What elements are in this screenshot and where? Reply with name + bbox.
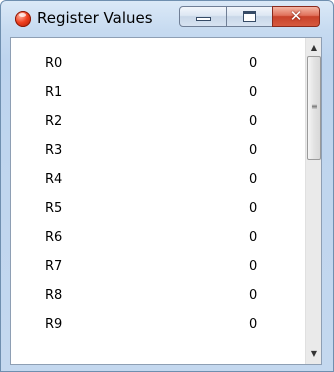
register-name: R1	[45, 85, 63, 100]
register-row[interactable]: R0 0	[11, 50, 305, 79]
register-name: R5	[45, 201, 63, 216]
title-bar[interactable]: Register Values ✕	[1, 1, 333, 37]
register-value: 0	[249, 114, 258, 129]
register-row[interactable]: R8 0	[11, 282, 305, 311]
scroll-up-arrow-icon[interactable]: ▲	[306, 40, 321, 56]
register-row[interactable]: R4 0	[11, 166, 305, 195]
register-value: 0	[249, 259, 258, 274]
register-value: 0	[249, 317, 258, 332]
register-value: 0	[249, 56, 258, 71]
register-name: R0	[45, 56, 63, 71]
register-name: R9	[45, 317, 63, 332]
close-icon: ✕	[289, 7, 303, 25]
register-name: R6	[45, 230, 63, 245]
register-name: R4	[45, 172, 63, 187]
register-name: R7	[45, 259, 63, 274]
minimize-icon	[196, 17, 211, 21]
register-value: 0	[249, 201, 258, 216]
register-value: 0	[249, 143, 258, 158]
thumb-grip-icon: ≡	[311, 102, 318, 111]
minimize-button[interactable]	[179, 6, 227, 27]
register-row[interactable]: R7 0	[11, 253, 305, 282]
register-row[interactable]: R5 0	[11, 195, 305, 224]
register-row[interactable]: R3 0	[11, 137, 305, 166]
register-row[interactable]: R1 0	[11, 79, 305, 108]
scroll-down-arrow-icon[interactable]: ▼	[306, 346, 321, 362]
app-sphere-icon[interactable]	[15, 11, 31, 27]
register-row[interactable]: R2 0	[11, 108, 305, 137]
maximize-icon	[243, 11, 256, 22]
register-row[interactable]: R6 0	[11, 224, 305, 253]
register-values-window: Register Values ✕ R0 0 R1 0 R2 0 R3 0 R4 0 R5 0 R6 0 R…	[0, 0, 334, 372]
register-value: 0	[249, 230, 258, 245]
register-list-panel: R0 0 R1 0 R2 0 R3 0 R4 0 R5 0 R6 0 R7 0 R8 0 R9 0 ▲ ≡ ▼	[10, 37, 322, 365]
register-name: R8	[45, 288, 63, 303]
register-row[interactable]: R9 0	[11, 311, 305, 340]
register-value: 0	[249, 85, 258, 100]
register-name: R2	[45, 114, 63, 129]
scroll-thumb[interactable]: ≡	[307, 56, 321, 160]
register-list[interactable]: R0 0 R1 0 R2 0 R3 0 R4 0 R5 0 R6 0 R7 0 R8 0 R9 0	[11, 38, 305, 364]
register-name: R3	[45, 143, 63, 158]
vertical-scrollbar[interactable]: ▲ ≡ ▼	[305, 38, 321, 364]
register-value: 0	[249, 172, 258, 187]
close-button[interactable]: ✕	[272, 6, 320, 27]
maximize-button[interactable]	[226, 6, 273, 27]
register-value: 0	[249, 288, 258, 303]
window-title: Register Values	[37, 9, 153, 27]
